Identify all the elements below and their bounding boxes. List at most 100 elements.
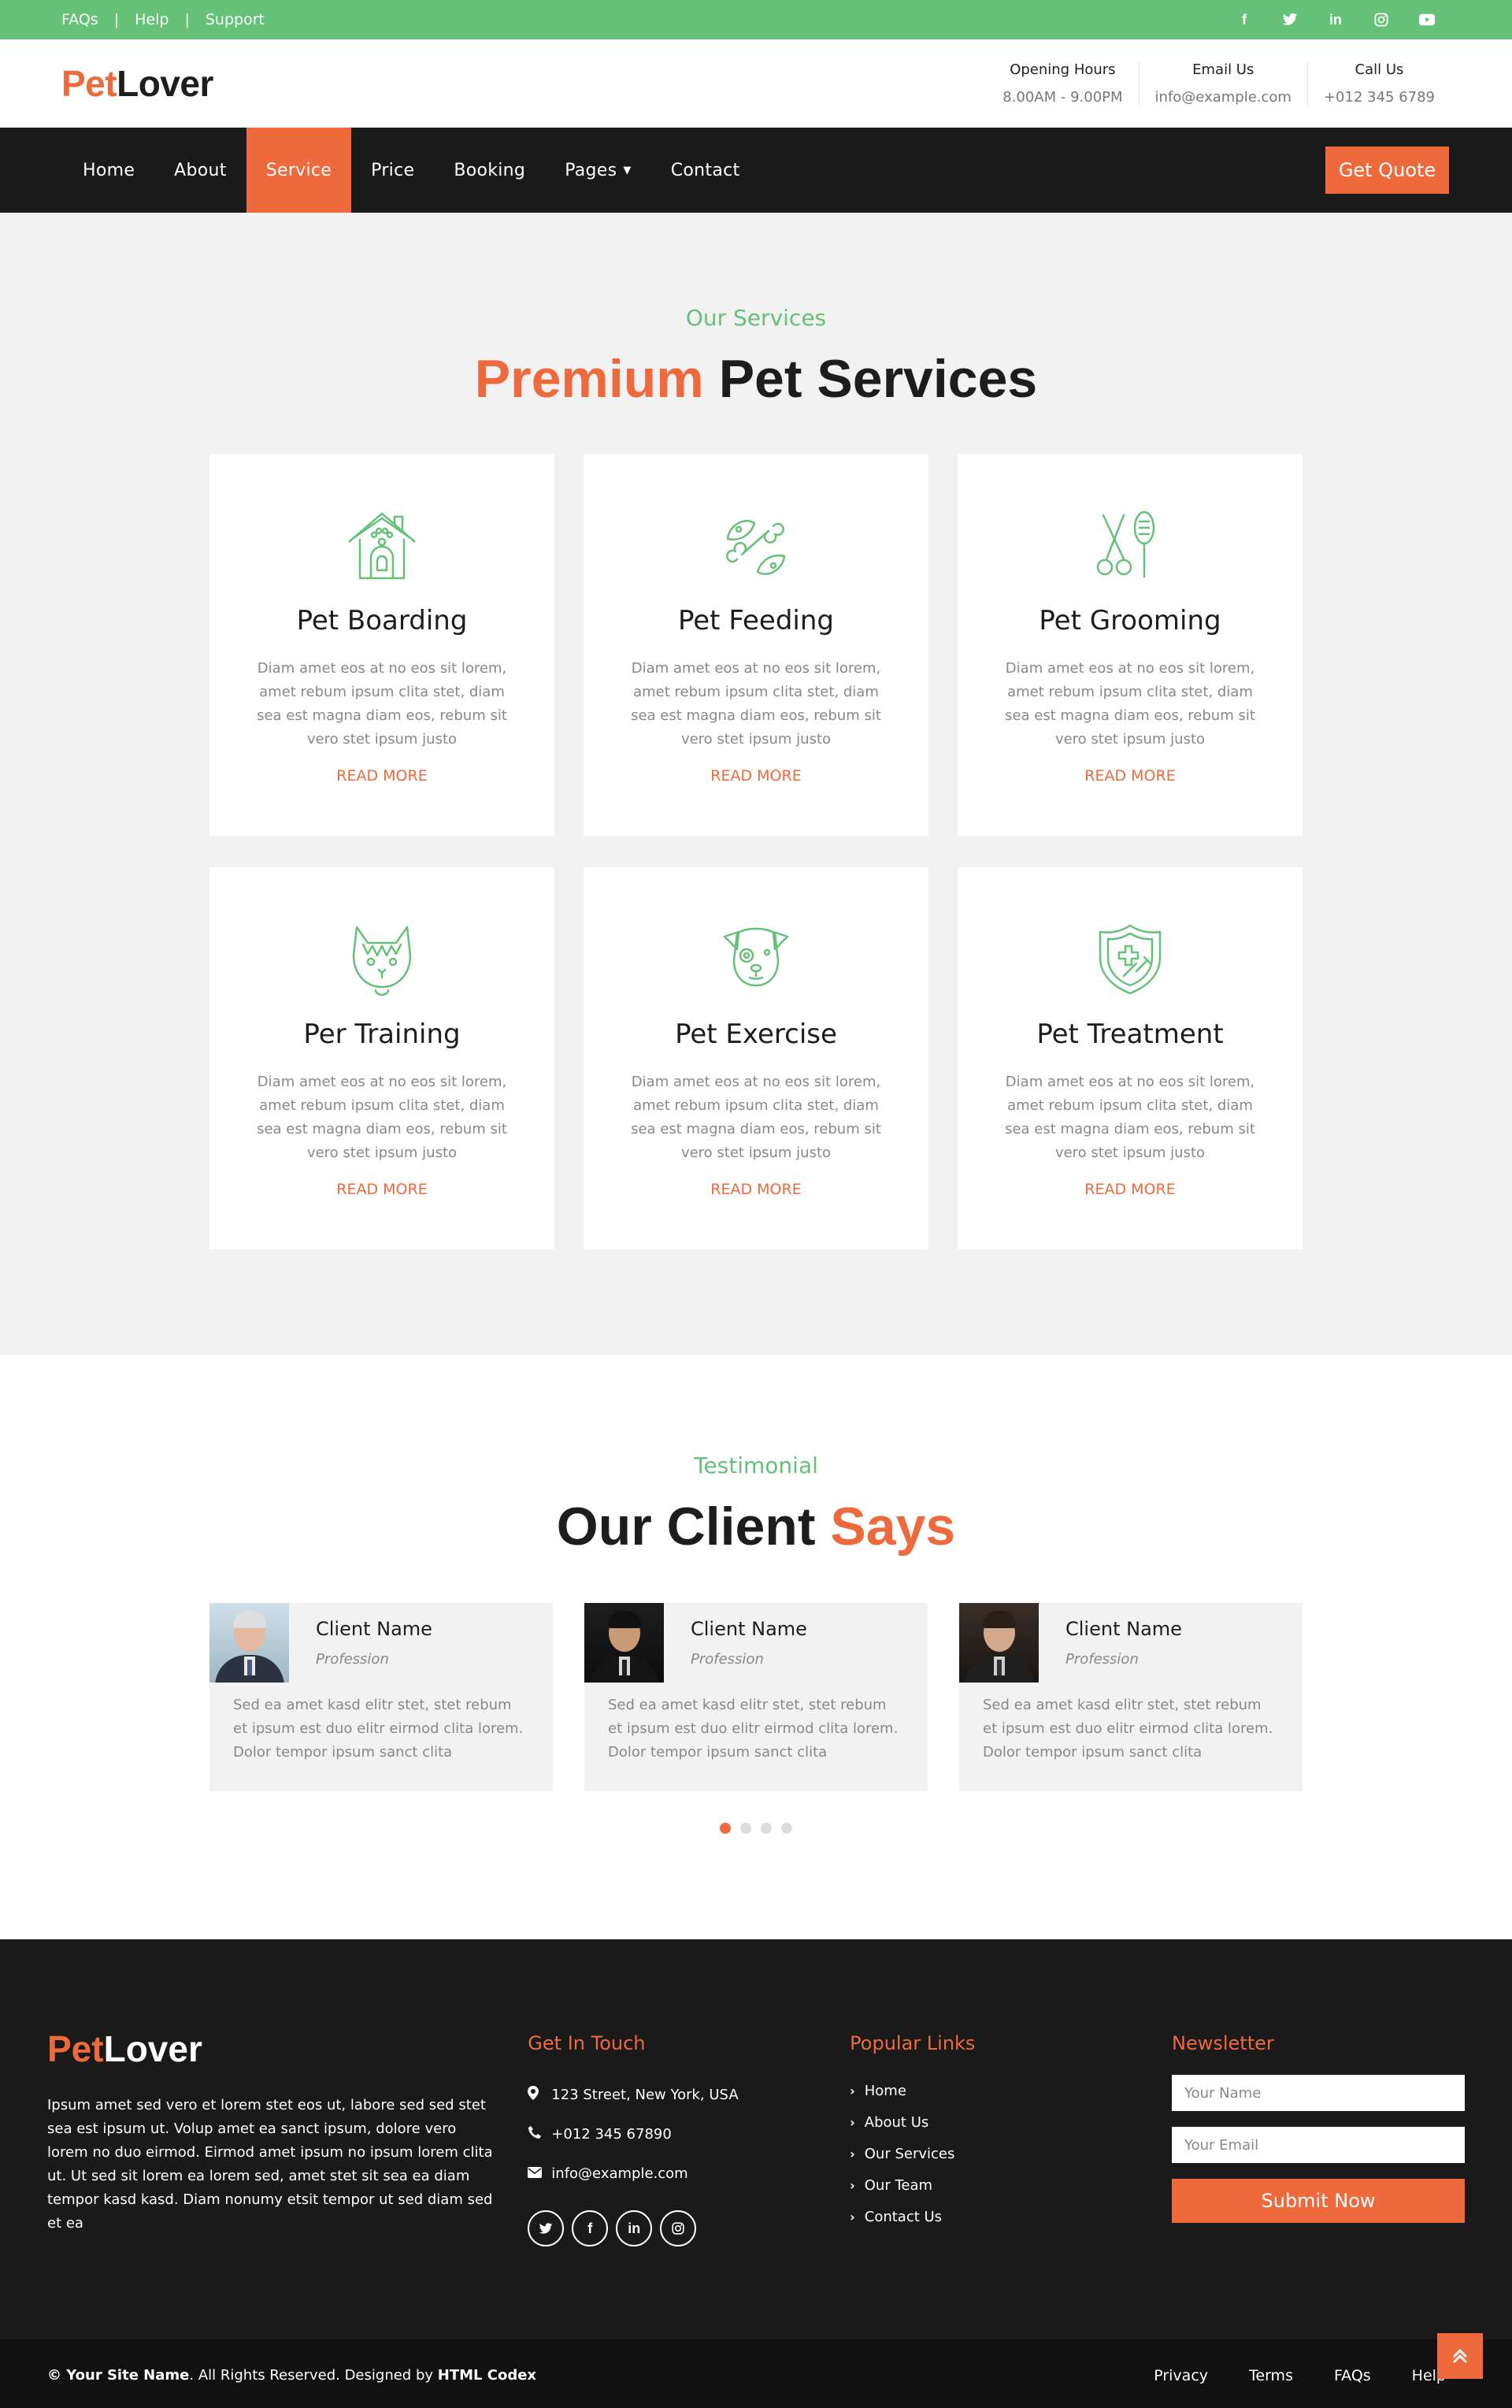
phone-text[interactable]: +012 345 67890 <box>551 2126 672 2143</box>
nav-about[interactable]: About <box>154 128 246 213</box>
nav-pages-dropdown[interactable]: Pages ▼ <box>545 128 651 213</box>
linkedin-icon[interactable]: in <box>1328 12 1343 28</box>
site-name-link[interactable]: © Your Site Name <box>47 2367 189 2384</box>
chevron-right-icon: › <box>850 2083 855 2098</box>
carousel-dot[interactable] <box>720 1823 731 1834</box>
service-card: Pet Treatment Diam amet eos at no eos si… <box>958 867 1303 1249</box>
bottom-link-faqs[interactable]: FAQs <box>1334 2367 1371 2384</box>
facebook-icon[interactable]: f <box>1236 12 1252 28</box>
topbar: FAQs | Help | Support f in <box>0 0 1512 39</box>
service-card: Pet Grooming Diam amet eos at no eos sit… <box>958 454 1303 836</box>
footer-link-about[interactable]: › About Us <box>850 2106 1172 2138</box>
logo-part-pet: Pet <box>47 2028 104 2069</box>
newsletter-submit-button[interactable]: Submit Now <box>1172 2179 1466 2223</box>
header: PetLover Opening Hours 8.00AM - 9.00PM E… <box>0 39 1512 128</box>
testimonial-title-accent: Says <box>830 1497 956 1556</box>
logo-part-lover: Lover <box>117 63 213 104</box>
bottom-links: Privacy Terms FAQs Help <box>1154 2367 1446 2384</box>
testimonial-text: Sed ea amet kasd elitr stet, stet rebum … <box>608 1697 899 1761</box>
separator: | <box>113 11 120 28</box>
newsletter-email-input[interactable]: Your Email <box>1172 2127 1466 2163</box>
nav-contact[interactable]: Contact <box>651 128 760 213</box>
facebook-icon[interactable]: f <box>572 2210 609 2247</box>
house-icon <box>348 512 416 580</box>
read-more-link[interactable]: READ MORE <box>710 1181 801 1198</box>
phone-icon <box>528 2125 551 2143</box>
read-more-link[interactable]: READ MORE <box>1084 1181 1175 1198</box>
chevron-right-icon: › <box>850 2114 855 2130</box>
client-profession: Profession <box>1065 1651 1139 1668</box>
footer-contact-column: Get In Touch 123 Street, New York, USA +… <box>528 2028 850 2339</box>
footer-contact-list: 123 Street, New York, USA +012 345 67890… <box>528 2075 850 2193</box>
carousel-dots <box>0 1823 1512 1834</box>
separator: | <box>184 11 190 28</box>
nav-items: Home About Service Price Booking Pages ▼… <box>63 128 759 213</box>
footer-about-column: PetLover Ipsum amet sed vero et lorem st… <box>47 2028 528 2339</box>
info-value[interactable]: +012 345 6789 <box>1324 89 1435 106</box>
testimonial-card: Client Name Profession Sed ea amet kasd … <box>959 1603 1303 1791</box>
footer-heading: Get In Touch <box>528 2032 646 2054</box>
services-title-accent: Premium <box>474 349 704 409</box>
carousel-dot[interactable] <box>740 1823 751 1834</box>
instagram-icon[interactable] <box>660 2210 697 2247</box>
chevron-right-icon: › <box>850 2146 855 2161</box>
testimonial-title: Our Client Says <box>0 1496 1512 1557</box>
footer-link-contact[interactable]: › Contact Us <box>850 2201 1172 2232</box>
testimonial-names: Client Name Profession <box>289 1618 432 1668</box>
read-more-link[interactable]: READ MORE <box>336 1181 427 1198</box>
carousel-dot[interactable] <box>761 1823 772 1834</box>
nav-booking[interactable]: Booking <box>434 128 545 213</box>
service-title: Per Training <box>303 1018 461 1050</box>
footer-social: f in <box>528 2210 850 2247</box>
footer-link-label: Home <box>864 2082 906 2099</box>
service-title: Pet Boarding <box>296 605 468 636</box>
instagram-icon[interactable] <box>1373 12 1389 28</box>
footer-link-home[interactable]: › Home <box>850 2075 1172 2106</box>
twitter-icon[interactable] <box>1282 12 1298 28</box>
grooming-icon <box>1096 510 1155 578</box>
bottom-link-privacy[interactable]: Privacy <box>1154 2367 1208 2384</box>
testimonial-names: Client Name Profession <box>1039 1618 1182 1668</box>
footer-phone: +012 345 67890 <box>528 2114 850 2154</box>
service-card: Per Training Diam amet eos at no eos sit… <box>209 867 554 1249</box>
cat-icon <box>352 926 412 996</box>
linkedin-icon[interactable]: in <box>616 2210 653 2247</box>
avatar <box>959 1603 1039 1683</box>
footer-link-team[interactable]: › Our Team <box>850 2169 1172 2201</box>
info-value[interactable]: info@example.com <box>1155 89 1292 106</box>
dog-icon <box>723 927 789 987</box>
footer-link-services[interactable]: › Our Services <box>850 2138 1172 2169</box>
testimonial-header: Client Name Profession <box>959 1603 1303 1683</box>
nav-home[interactable]: Home <box>63 128 154 213</box>
logo[interactable]: PetLover <box>61 62 213 105</box>
get-quote-button[interactable]: Get Quote <box>1325 147 1449 194</box>
bottom-bar: © Your Site Name. All Rights Reserved. D… <box>0 2333 1512 2408</box>
testimonial-header: Client Name Profession <box>584 1603 928 1683</box>
client-profession: Profession <box>691 1651 764 1668</box>
topbar-link-faqs[interactable]: FAQs <box>61 11 98 28</box>
footer-heading: Popular Links <box>850 2032 976 2054</box>
topbar-link-help[interactable]: Help <box>135 11 169 28</box>
read-more-link[interactable]: READ MORE <box>1084 767 1175 785</box>
footer-logo[interactable]: PetLover <box>47 2028 528 2070</box>
nav-price[interactable]: Price <box>351 128 434 213</box>
nav-service[interactable]: Service <box>246 128 352 213</box>
youtube-icon[interactable] <box>1419 12 1435 28</box>
newsletter-name-input[interactable]: Your Name <box>1172 2075 1466 2111</box>
testimonial-card: Client Name Profession Sed ea amet kasd … <box>209 1603 553 1791</box>
carousel-dot[interactable] <box>781 1823 792 1834</box>
back-to-top-button[interactable] <box>1437 2333 1483 2379</box>
designer-link[interactable]: HTML Codex <box>438 2367 536 2384</box>
info-title: Opening Hours <box>1010 61 1116 78</box>
service-card: Pet Feeding Diam amet eos at no eos sit … <box>584 454 928 836</box>
email-text[interactable]: info@example.com <box>551 2165 687 2182</box>
twitter-icon[interactable] <box>528 2210 565 2247</box>
footer-newsletter-column: Newsletter Your Name Your Email Submit N… <box>1172 2028 1466 2339</box>
bottom-link-terms[interactable]: Terms <box>1249 2367 1293 2384</box>
read-more-link[interactable]: READ MORE <box>336 767 427 785</box>
topbar-link-support[interactable]: Support <box>206 11 265 28</box>
footer-link-label: Contact Us <box>864 2208 943 2225</box>
info-value: 8.00AM - 9.00PM <box>1002 89 1123 106</box>
client-name: Client Name <box>316 1618 432 1640</box>
read-more-link[interactable]: READ MORE <box>710 767 801 785</box>
